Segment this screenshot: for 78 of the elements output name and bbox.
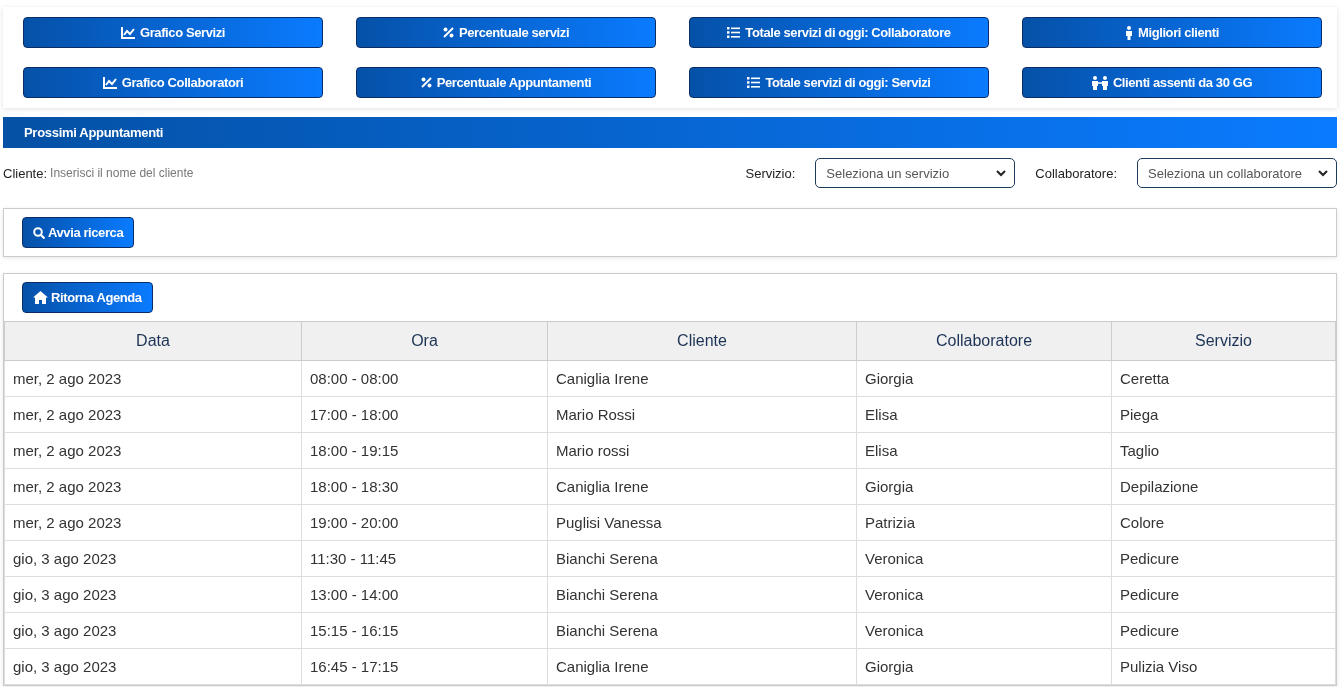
report-button[interactable]: Clienti assenti da 30 GG [1022,67,1322,98]
report-button[interactable]: Percentuale Appuntamenti [356,67,656,98]
report-button[interactable]: Grafico Collaboratori [23,67,323,98]
table-cell: mer, 2 ago 2023 [4,432,302,469]
table-cell: Puglisi Vanessa [547,504,857,541]
column-header: Cliente [547,321,857,361]
people-icon [1091,75,1108,90]
line-chart-icon [120,26,135,39]
report-button[interactable]: Totale servizi di oggi: Servizi [689,67,989,98]
table-cell: Mario Rossi [547,396,857,433]
table-cell: 17:00 - 18:00 [301,396,548,433]
table-cell: Giorgia [856,468,1112,505]
table-cell: Colore [1111,504,1336,541]
table-cell: Giorgia [856,360,1112,397]
person-icon [1125,25,1133,40]
table-cell: 11:30 - 11:45 [301,540,548,577]
report-button[interactable]: Migliori clienti [1022,17,1322,48]
list-icon [727,27,741,38]
table-cell: Veronica [856,576,1112,613]
table-cell: gio, 3 ago 2023 [4,648,302,685]
table-cell: Elisa [856,396,1112,433]
percent-icon [420,77,432,88]
service-select[interactable]: Seleziona un servizio [815,158,1016,188]
column-header: Ora [301,321,548,361]
table-cell: Piega [1111,396,1336,433]
service-label: Servizio: [745,165,796,181]
table-cell: 19:00 - 20:00 [301,504,548,541]
report-button[interactable]: Grafico Servizi [23,17,323,48]
home-icon [33,291,48,304]
table-cell: 18:00 - 18:30 [301,468,548,505]
chevron-down-icon [996,169,1007,177]
chevron-down-icon [1318,169,1328,177]
back-button[interactable]: Ritorna Agenda [22,282,153,313]
table-cell: 13:00 - 14:00 [301,576,548,613]
table-cell: 15:15 - 16:15 [301,612,548,649]
table-cell: Pulizia Viso [1111,648,1336,685]
table-cell: mer, 2 ago 2023 [4,504,302,541]
table-cell: Caniglia Irene [547,648,857,685]
table-cell: mer, 2 ago 2023 [4,360,302,397]
percent-icon [442,27,454,38]
table-cell: Bianchi Serena [547,612,857,649]
table-cell: Pedicure [1111,612,1336,649]
report-button[interactable]: Totale servizi di oggi: Collaboratore [689,17,989,48]
table-cell: Veronica [856,540,1112,577]
table-cell: Bianchi Serena [547,540,857,577]
table-cell: Caniglia Irene [547,468,857,505]
search-icon [33,226,45,239]
table-cell: Veronica [856,612,1112,649]
table-cell: Pedicure [1111,576,1336,613]
column-header: Data [4,321,302,361]
section-title: Prossimi Appuntamenti [24,125,164,140]
table-cell: gio, 3 ago 2023 [4,540,302,577]
client-label: Cliente: [3,165,48,181]
search-button[interactable]: Avvia ricerca [22,217,135,248]
table-cell: gio, 3 ago 2023 [4,576,302,613]
table-cell: Ceretta [1111,360,1336,397]
table-cell: Patrizia [856,504,1112,541]
collaborator-label: Collaboratore: [1035,165,1117,181]
table-cell: 18:00 - 19:15 [301,432,548,469]
table-cell: Taglio [1111,432,1336,469]
collaborator-select[interactable]: Seleziona un collaboratore [1137,158,1337,188]
table-cell: 08:00 - 08:00 [301,360,548,397]
list-icon [747,77,761,88]
column-header: Collaboratore [856,321,1112,361]
table-cell: Mario rossi [547,432,857,469]
table-cell: mer, 2 ago 2023 [4,396,302,433]
table-cell: Giorgia [856,648,1112,685]
table-cell: mer, 2 ago 2023 [4,468,302,505]
table-cell: Elisa [856,432,1112,469]
column-header: Servizio [1111,321,1336,361]
table-cell: gio, 3 ago 2023 [4,612,302,649]
table-cell: Bianchi Serena [547,576,857,613]
table-cell: 16:45 - 17:15 [301,648,548,685]
line-chart-icon [102,76,117,89]
table-cell: Caniglia Irene [547,360,857,397]
table-cell: Pedicure [1111,540,1336,577]
table-cell: Depilazione [1111,468,1336,505]
report-button[interactable]: Percentuale servizi [356,17,656,48]
